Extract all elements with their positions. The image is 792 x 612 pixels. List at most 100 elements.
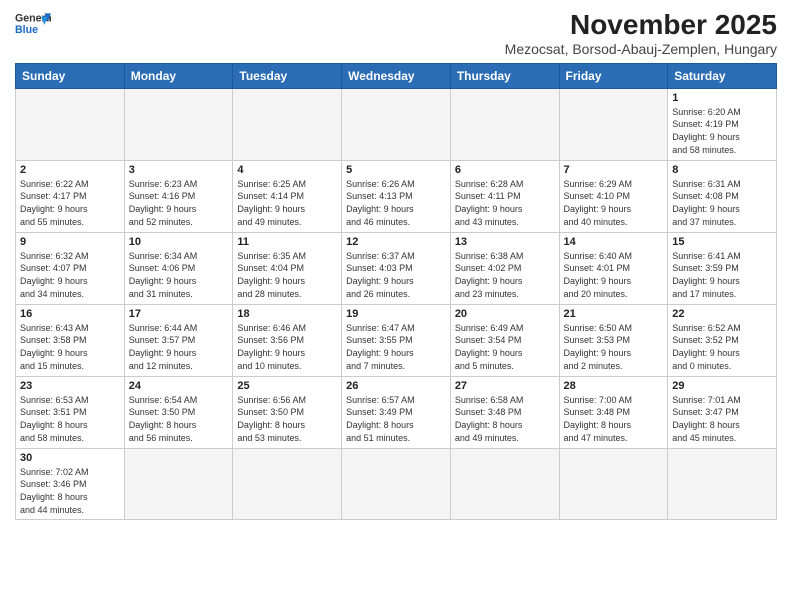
week-row-6: 30Sunrise: 7:02 AM Sunset: 3:46 PM Dayli… xyxy=(16,448,777,519)
calendar-table: SundayMondayTuesdayWednesdayThursdayFrid… xyxy=(15,63,777,520)
day-info: Sunrise: 6:23 AM Sunset: 4:16 PM Dayligh… xyxy=(129,178,229,228)
day-cell: 18Sunrise: 6:46 AM Sunset: 3:56 PM Dayli… xyxy=(233,304,342,376)
subtitle: Mezocsat, Borsod-Abauj-Zemplen, Hungary xyxy=(505,41,777,57)
day-info: Sunrise: 6:54 AM Sunset: 3:50 PM Dayligh… xyxy=(129,394,229,444)
day-info: Sunrise: 6:29 AM Sunset: 4:10 PM Dayligh… xyxy=(564,178,664,228)
day-info: Sunrise: 6:49 AM Sunset: 3:54 PM Dayligh… xyxy=(455,322,555,372)
day-cell: 9 Sunrise: 6:32 AM Sunset: 4:07 PM Daylig… xyxy=(16,232,125,304)
day-info: Sunrise: 6:28 AM Sunset: 4:11 PM Dayligh… xyxy=(455,178,555,228)
day-number: 22 xyxy=(672,308,772,320)
day-info: Sunrise: 6:50 AM Sunset: 3:53 PM Dayligh… xyxy=(564,322,664,372)
day-cell: 20 Sunrise: 6:49 AM Sunset: 3:54 PM Dayli… xyxy=(450,304,559,376)
day-info: Sunrise: 6:32 AM Sunset: 4:07 PM Dayligh… xyxy=(20,250,120,300)
day-cell: 10 Sunrise: 6:34 AM Sunset: 4:06 PM Dayli… xyxy=(124,232,233,304)
day-cell: 4Sunrise: 6:25 AM Sunset: 4:14 PM Daylig… xyxy=(233,160,342,232)
day-cell xyxy=(450,448,559,519)
day-cell: 6 Sunrise: 6:28 AM Sunset: 4:11 PM Daylig… xyxy=(450,160,559,232)
svg-text:Blue: Blue xyxy=(15,24,38,36)
day-info: Sunrise: 6:31 AM Sunset: 4:08 PM Dayligh… xyxy=(672,178,772,228)
day-info: Sunrise: 6:37 AM Sunset: 4:03 PM Dayligh… xyxy=(346,250,446,300)
day-info: Sunrise: 6:41 AM Sunset: 3:59 PM Dayligh… xyxy=(672,250,772,300)
day-info: Sunrise: 6:22 AM Sunset: 4:17 PM Dayligh… xyxy=(20,178,120,228)
day-info: Sunrise: 6:34 AM Sunset: 4:06 PM Dayligh… xyxy=(129,250,229,300)
day-info: Sunrise: 7:02 AM Sunset: 3:46 PM Dayligh… xyxy=(20,466,120,516)
day-cell: 22 Sunrise: 6:52 AM Sunset: 3:52 PM Dayli… xyxy=(668,304,777,376)
day-number: 7 xyxy=(564,164,664,176)
logo: General Blue xyxy=(15,10,51,38)
day-cell xyxy=(124,448,233,519)
day-number: 3 xyxy=(129,164,229,176)
day-number: 16 xyxy=(20,308,120,320)
day-number: 27 xyxy=(455,380,555,392)
day-info: Sunrise: 6:58 AM Sunset: 3:48 PM Dayligh… xyxy=(455,394,555,444)
day-info: Sunrise: 6:20 AM Sunset: 4:19 PM Dayligh… xyxy=(672,106,772,156)
weekday-header-friday: Friday xyxy=(559,63,668,88)
weekday-header-row: SundayMondayTuesdayWednesdayThursdayFrid… xyxy=(16,63,777,88)
day-number: 4 xyxy=(237,164,337,176)
day-number: 25 xyxy=(237,380,337,392)
weekday-header-wednesday: Wednesday xyxy=(342,63,451,88)
day-number: 24 xyxy=(129,380,229,392)
day-cell xyxy=(124,88,233,160)
day-cell: 1 Sunrise: 6:20 AM Sunset: 4:19 PM Daylig… xyxy=(668,88,777,160)
day-cell xyxy=(559,88,668,160)
day-cell xyxy=(668,448,777,519)
weekday-header-sunday: Sunday xyxy=(16,63,125,88)
day-cell: 3 Sunrise: 6:23 AM Sunset: 4:16 PM Daylig… xyxy=(124,160,233,232)
day-cell: 29 Sunrise: 7:01 AM Sunset: 3:47 PM Dayli… xyxy=(668,376,777,448)
weekday-header-saturday: Saturday xyxy=(668,63,777,88)
day-number: 14 xyxy=(564,236,664,248)
day-info: Sunrise: 6:56 AM Sunset: 3:50 PM Dayligh… xyxy=(237,394,337,444)
day-info: Sunrise: 7:01 AM Sunset: 3:47 PM Dayligh… xyxy=(672,394,772,444)
day-number: 5 xyxy=(346,164,446,176)
day-number: 15 xyxy=(672,236,772,248)
day-cell: 5 Sunrise: 6:26 AM Sunset: 4:13 PM Daylig… xyxy=(342,160,451,232)
week-row-1: 1 Sunrise: 6:20 AM Sunset: 4:19 PM Daylig… xyxy=(16,88,777,160)
page: General Blue November 2025 Mezocsat, Bor… xyxy=(0,0,792,612)
week-row-5: 23Sunrise: 6:53 AM Sunset: 3:51 PM Dayli… xyxy=(16,376,777,448)
day-cell: 14 Sunrise: 6:40 AM Sunset: 4:01 PM Dayli… xyxy=(559,232,668,304)
day-info: Sunrise: 6:43 AM Sunset: 3:58 PM Dayligh… xyxy=(20,322,120,372)
day-cell: 2Sunrise: 6:22 AM Sunset: 4:17 PM Daylig… xyxy=(16,160,125,232)
day-number: 21 xyxy=(564,308,664,320)
day-number: 1 xyxy=(672,92,772,104)
day-cell: 13Sunrise: 6:38 AM Sunset: 4:02 PM Dayli… xyxy=(450,232,559,304)
day-cell: 30Sunrise: 7:02 AM Sunset: 3:46 PM Dayli… xyxy=(16,448,125,519)
day-cell xyxy=(233,88,342,160)
day-info: Sunrise: 6:40 AM Sunset: 4:01 PM Dayligh… xyxy=(564,250,664,300)
week-row-3: 9 Sunrise: 6:32 AM Sunset: 4:07 PM Daylig… xyxy=(16,232,777,304)
day-number: 18 xyxy=(237,308,337,320)
weekday-header-thursday: Thursday xyxy=(450,63,559,88)
day-number: 8 xyxy=(672,164,772,176)
day-info: Sunrise: 6:26 AM Sunset: 4:13 PM Dayligh… xyxy=(346,178,446,228)
week-row-4: 16 Sunrise: 6:43 AM Sunset: 3:58 PM Dayli… xyxy=(16,304,777,376)
day-cell: 26Sunrise: 6:57 AM Sunset: 3:49 PM Dayli… xyxy=(342,376,451,448)
day-number: 9 xyxy=(20,236,120,248)
day-number: 13 xyxy=(455,236,555,248)
day-number: 6 xyxy=(455,164,555,176)
day-number: 20 xyxy=(455,308,555,320)
day-info: Sunrise: 6:44 AM Sunset: 3:57 PM Dayligh… xyxy=(129,322,229,372)
day-cell xyxy=(342,448,451,519)
day-cell: 28Sunrise: 7:00 AM Sunset: 3:48 PM Dayli… xyxy=(559,376,668,448)
day-cell: 24 Sunrise: 6:54 AM Sunset: 3:50 PM Dayli… xyxy=(124,376,233,448)
day-number: 11 xyxy=(237,236,337,248)
day-cell: 23Sunrise: 6:53 AM Sunset: 3:51 PM Dayli… xyxy=(16,376,125,448)
day-number: 19 xyxy=(346,308,446,320)
main-title: November 2025 xyxy=(505,10,777,41)
header: General Blue November 2025 Mezocsat, Bor… xyxy=(15,10,777,57)
day-cell: 17Sunrise: 6:44 AM Sunset: 3:57 PM Dayli… xyxy=(124,304,233,376)
day-info: Sunrise: 6:57 AM Sunset: 3:49 PM Dayligh… xyxy=(346,394,446,444)
day-cell: 25 Sunrise: 6:56 AM Sunset: 3:50 PM Dayli… xyxy=(233,376,342,448)
day-cell: 27 Sunrise: 6:58 AM Sunset: 3:48 PM Dayli… xyxy=(450,376,559,448)
week-row-2: 2Sunrise: 6:22 AM Sunset: 4:17 PM Daylig… xyxy=(16,160,777,232)
day-cell: 19Sunrise: 6:47 AM Sunset: 3:55 PM Dayli… xyxy=(342,304,451,376)
day-cell xyxy=(16,88,125,160)
day-number: 28 xyxy=(564,380,664,392)
day-number: 10 xyxy=(129,236,229,248)
day-cell xyxy=(233,448,342,519)
generalblue-logo-icon: General Blue xyxy=(15,10,51,38)
weekday-header-tuesday: Tuesday xyxy=(233,63,342,88)
day-number: 29 xyxy=(672,380,772,392)
day-info: Sunrise: 6:52 AM Sunset: 3:52 PM Dayligh… xyxy=(672,322,772,372)
